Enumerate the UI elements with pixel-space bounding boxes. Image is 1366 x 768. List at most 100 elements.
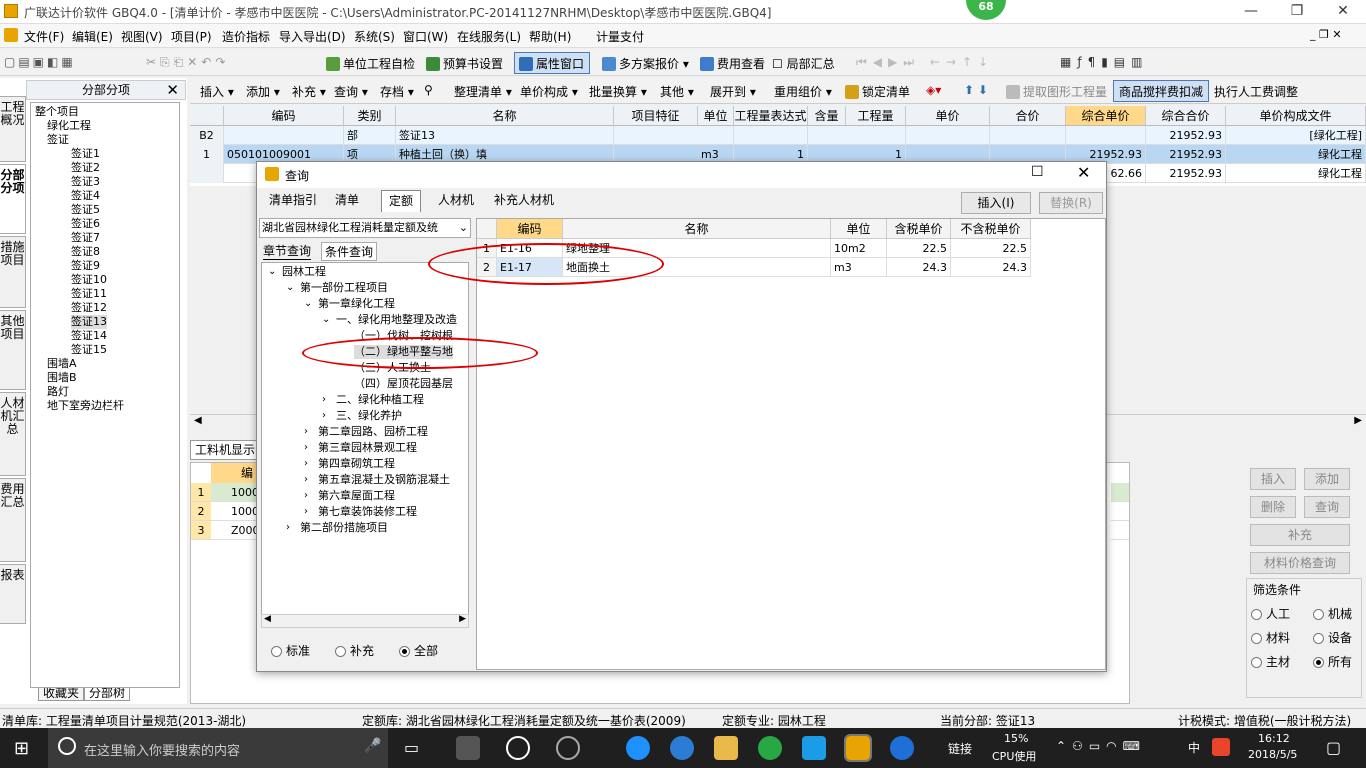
- expand-icon[interactable]: ›: [286, 521, 290, 535]
- subtab-condition[interactable]: 条件查询: [321, 242, 378, 261]
- batch-menu[interactable]: 批量换算 ▾: [589, 83, 647, 100]
- expand-menu[interactable]: 展开到 ▾: [710, 83, 756, 100]
- section-tree-item[interactable]: 绿化工程: [47, 119, 91, 133]
- quota-cell[interactable]: 22.5: [951, 239, 1031, 258]
- quota-cell[interactable]: 10m2: [831, 239, 887, 258]
- fee-view-button[interactable]: 费用查看: [700, 55, 765, 72]
- collapse-icon[interactable]: ⌄: [322, 313, 330, 327]
- menu-import-export[interactable]: 导入导出(D): [279, 28, 346, 45]
- chapter-tree-item[interactable]: 第二部份措施项目: [300, 521, 388, 535]
- scroll-right-icon[interactable]: ▶: [459, 614, 466, 624]
- lower-query-button[interactable]: 查询: [1304, 496, 1350, 518]
- edit-icons[interactable]: ✂⎘⎗✕↶↷: [146, 55, 229, 70]
- expand-icon[interactable]: ›: [304, 425, 308, 439]
- chapter-tree-item[interactable]: （四）屋顶花园基层: [354, 377, 453, 391]
- mdi-controls[interactable]: _ ❐ ✕: [1310, 28, 1342, 41]
- notification-icon[interactable]: ▢: [1326, 738, 1341, 757]
- lower-add-button[interactable]: 添加: [1304, 468, 1350, 490]
- lower-supplement-button[interactable]: 补充: [1250, 524, 1350, 546]
- tab-supp-materials[interactable]: 补充人材机: [489, 190, 559, 212]
- task-view-icon[interactable]: ▭: [404, 738, 419, 757]
- tray-icons[interactable]: ⌃⚇▭◠⌨: [1056, 739, 1146, 753]
- expand-icon[interactable]: ›: [304, 489, 308, 503]
- tab-items[interactable]: 分部分项: [0, 164, 26, 234]
- tab-report[interactable]: 报表: [0, 564, 26, 624]
- tab-fee-summary[interactable]: 费用汇总: [0, 478, 26, 562]
- reuse-menu[interactable]: 重用组价 ▾: [774, 83, 832, 100]
- filter-machine[interactable]: 机械: [1313, 605, 1352, 622]
- grid-cell[interactable]: 签证13: [396, 126, 614, 145]
- quota-cell[interactable]: 24.3: [887, 258, 951, 277]
- add-menu[interactable]: 添加 ▾: [246, 83, 280, 100]
- quick-icons[interactable]: ▢▤▣◧▦: [4, 55, 76, 69]
- tab-materials[interactable]: 人材机: [431, 190, 481, 212]
- expand-icon[interactable]: ›: [304, 441, 308, 455]
- supplement-menu[interactable]: 补充 ▾: [292, 83, 326, 100]
- section-tree-item[interactable]: 签证2: [71, 161, 100, 175]
- edge-icon[interactable]: [626, 736, 650, 760]
- chapter-tree-item[interactable]: 一、绿化用地整理及改造: [336, 313, 457, 327]
- quota-cell[interactable]: 24.3: [951, 258, 1031, 277]
- extract-button[interactable]: 提取图形工程量: [1006, 83, 1107, 100]
- menu-window[interactable]: 窗口(W): [403, 28, 448, 45]
- exec-labor-button[interactable]: 执行人工费调整: [1214, 83, 1298, 100]
- link-label[interactable]: 链接: [948, 740, 972, 757]
- menu-system[interactable]: 系统(S): [354, 28, 395, 45]
- chapter-tree-item[interactable]: 第三章园林景观工程: [318, 441, 417, 455]
- section-tree-item[interactable]: 签证14: [71, 329, 107, 343]
- glodon-icon[interactable]: [890, 736, 914, 760]
- quota-cell[interactable]: m3: [831, 258, 887, 277]
- section-tree-item[interactable]: 签证11: [71, 287, 107, 301]
- menu-measure-pay[interactable]: 计量支付: [596, 28, 644, 45]
- lower-code-cell[interactable]: Z000: [211, 521, 261, 540]
- scroll-left-icon[interactable]: ◀: [264, 614, 271, 624]
- close-icon[interactable]: ✕: [1320, 0, 1366, 24]
- expand-icon[interactable]: ›: [322, 393, 326, 407]
- chapter-tree-item[interactable]: 第五章混凝土及钢筋混凝土: [318, 473, 450, 487]
- gbq-app-icon[interactable]: [844, 734, 872, 762]
- search-box[interactable]: 在这里输入你要搜索的内容 🎤: [48, 728, 388, 768]
- material-price-button[interactable]: 材料价格查询: [1250, 552, 1350, 574]
- filter-main-material[interactable]: 主材: [1251, 653, 1290, 670]
- collapse-icon[interactable]: ⌄: [286, 281, 294, 295]
- radio-supplement[interactable]: 补充: [335, 642, 374, 659]
- library-select[interactable]: 湖北省园林绿化工程消耗量定额及统 ⌄: [259, 218, 471, 238]
- close-panel-icon[interactable]: ✕: [166, 81, 179, 99]
- chapter-tree-item[interactable]: 第一部份工程项目: [300, 281, 388, 295]
- menu-online[interactable]: 在线服务(L): [457, 28, 521, 45]
- scroll-left-icon[interactable]: ◀: [194, 415, 202, 426]
- filter-material[interactable]: 材料: [1251, 629, 1290, 646]
- budget-settings-button[interactable]: 预算书设置: [426, 55, 503, 72]
- partial-summary-checkbox[interactable]: ☐ 局部汇总: [772, 55, 835, 72]
- unit-comp-menu[interactable]: 单价构成 ▾: [520, 83, 578, 100]
- paint-icon[interactable]: ◈▾: [926, 83, 941, 97]
- chapter-tree-item[interactable]: 二、绿化种植工程: [336, 393, 424, 407]
- section-tree-item[interactable]: 签证13: [71, 315, 107, 329]
- section-tree-item[interactable]: 签证12: [71, 301, 107, 315]
- tab-list[interactable]: 清单: [327, 190, 367, 212]
- radio-standard[interactable]: 标准: [271, 642, 310, 659]
- menu-project[interactable]: 项目(P): [171, 28, 212, 45]
- multi-plan-button[interactable]: 多方案报价 ▾: [602, 55, 689, 72]
- other-menu[interactable]: 其他 ▾: [660, 83, 694, 100]
- section-tree-item[interactable]: 签证6: [71, 217, 100, 231]
- move-arrows-icon[interactable]: ⬆ ⬇: [964, 83, 988, 97]
- section-tree-item[interactable]: 围墙B: [47, 371, 77, 385]
- arrange-menu[interactable]: 整理清单 ▾: [454, 83, 512, 100]
- lower-code-cell[interactable]: 10000: [211, 483, 266, 502]
- collapse-icon[interactable]: ⌄: [268, 265, 276, 279]
- menu-file[interactable]: 文件(F): [24, 28, 64, 45]
- ime-indicator[interactable]: 中: [1188, 739, 1200, 756]
- query-menu[interactable]: 查询 ▾: [334, 83, 368, 100]
- restore-icon[interactable]: ❐: [1274, 0, 1320, 24]
- section-tree-item[interactable]: 签证4: [71, 189, 100, 203]
- chapter-tree-item[interactable]: 第四章砌筑工程: [318, 457, 395, 471]
- tab-overview[interactable]: 工程概况: [0, 96, 26, 162]
- section-tree-item[interactable]: 整个项目: [35, 105, 79, 119]
- section-tree-item[interactable]: 签证10: [71, 273, 107, 287]
- insert-menu[interactable]: 插入 ▾: [200, 83, 234, 100]
- expand-icon[interactable]: ›: [322, 409, 326, 423]
- section-tree-item[interactable]: 围墙A: [47, 357, 77, 371]
- lower-delete-button[interactable]: 删除: [1250, 496, 1296, 518]
- ie-app-icon[interactable]: [670, 736, 694, 760]
